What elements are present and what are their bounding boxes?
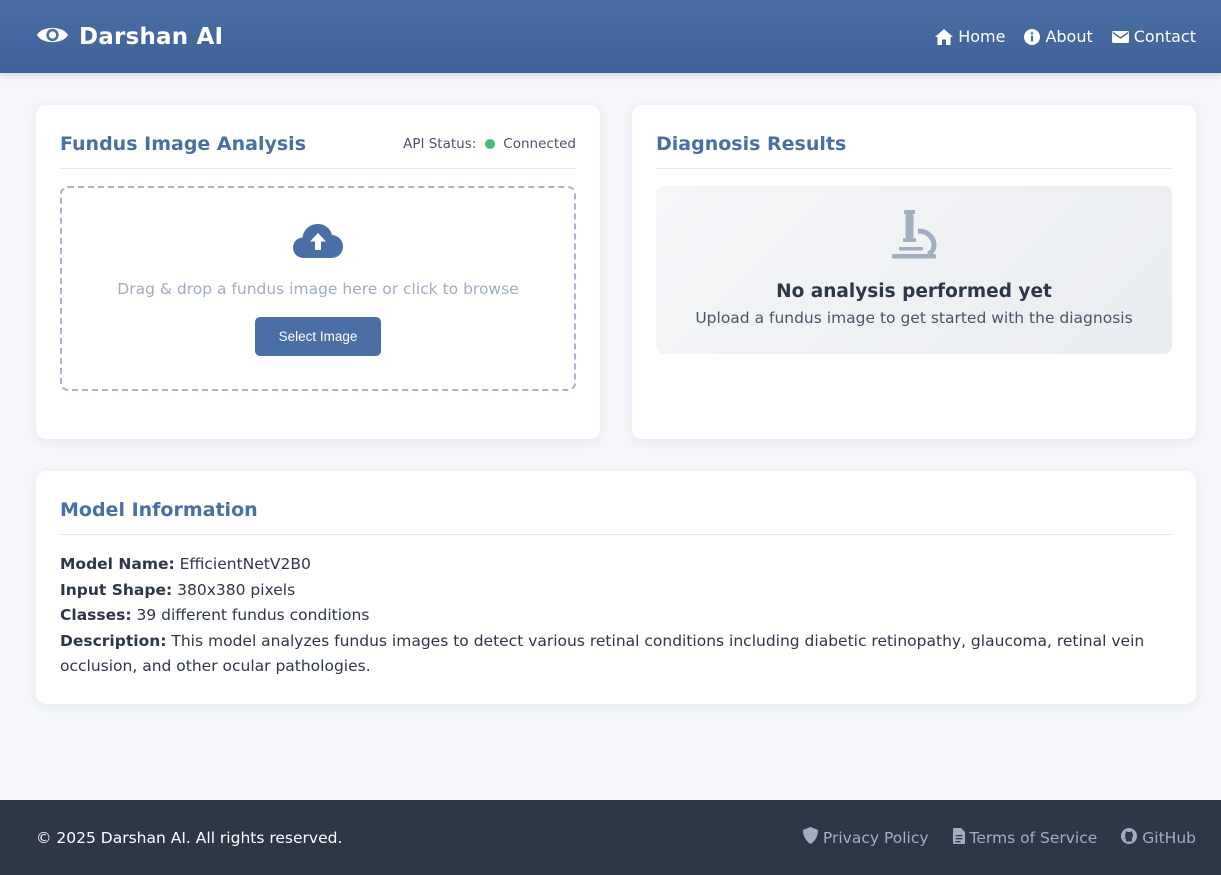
description-row: Description: This model analyzes fundus … [60,629,1172,680]
dropzone-text: Drag & drop a fundus image here or click… [117,280,519,298]
input-shape-label: Input Shape: [60,580,173,599]
info-circle-icon [1024,28,1041,45]
nav-home[interactable]: Home [935,27,1005,46]
footer-links: Privacy Policy Terms of Service GitHub [802,827,1196,848]
github-link[interactable]: GitHub [1121,827,1196,848]
status-dot-icon [485,139,496,149]
envelope-icon [1111,30,1129,44]
nav-about[interactable]: About [1024,27,1093,46]
results-card-title: Diagnosis Results [656,133,847,155]
description-value: This model analyzes fundus images to det… [60,631,1145,676]
top-navbar: Darshan AI Home About Contact [0,0,1221,73]
privacy-policy-link[interactable]: Privacy Policy [802,827,929,848]
github-icon [1121,827,1138,848]
input-shape-value: 380x380 pixels [177,580,296,599]
upload-card-title: Fundus Image Analysis [60,133,307,155]
terms-of-service-link[interactable]: Terms of Service [952,827,1098,848]
cloud-upload-icon [292,222,344,264]
nav-about-label: About [1045,27,1093,46]
empty-state-subtitle: Upload a fundus image to get started wit… [695,309,1133,327]
description-label: Description: [60,631,167,650]
input-shape-row: Input Shape: 380x380 pixels [60,578,1172,604]
home-icon [935,28,954,45]
copyright-text: © 2025 Darshan AI. All rights reserved. [36,828,343,847]
app-title: Darshan AI [79,23,224,50]
github-label: GitHub [1142,828,1196,847]
select-image-button[interactable]: Select Image [255,317,381,356]
image-dropzone[interactable]: Drag & drop a fundus image here or click… [60,186,576,391]
nav-home-label: Home [958,27,1006,46]
document-icon [952,827,965,848]
api-status-label: API Status: [403,136,477,152]
model-card-title: Model Information [60,499,258,521]
model-card-header: Model Information [60,497,1172,535]
classes-label: Classes: [60,606,132,624]
results-card: Diagnosis Results No analysis performed … [632,105,1196,439]
model-name-value: EfficientNetV2B0 [179,555,311,573]
eye-icon [36,22,69,52]
model-info-list: Model Name: EfficientNetV2B0 Input Shape… [60,552,1172,680]
shield-icon [802,827,818,848]
nav-contact[interactable]: Contact [1111,27,1196,46]
results-card-header: Diagnosis Results [656,131,1172,169]
api-status: API Status: Connected [403,131,576,157]
results-empty-state: No analysis performed yet Upload a fundu… [656,186,1172,354]
main-nav: Home About Contact [935,27,1196,46]
model-name-label: Model Name: [60,555,175,573]
upload-card-header: Fundus Image Analysis API Status: Connec… [60,131,576,169]
classes-row: Classes: 39 different fundus conditions [60,603,1172,629]
brand[interactable]: Darshan AI [36,22,223,52]
privacy-policy-label: Privacy Policy [822,828,929,847]
api-status-value: Connected [503,136,576,152]
microscope-icon [889,209,939,263]
model-info-card: Model Information Model Name: EfficientN… [36,471,1196,704]
upload-card: Fundus Image Analysis API Status: Connec… [36,105,600,439]
classes-value: 39 different fundus conditions [136,606,370,624]
footer: © 2025 Darshan AI. All rights reserved. … [0,800,1221,875]
empty-state-title: No analysis performed yet [776,281,1052,302]
model-name-row: Model Name: EfficientNetV2B0 [60,552,1172,578]
nav-contact-label: Contact [1133,27,1196,46]
terms-of-service-label: Terms of Service [969,828,1098,847]
